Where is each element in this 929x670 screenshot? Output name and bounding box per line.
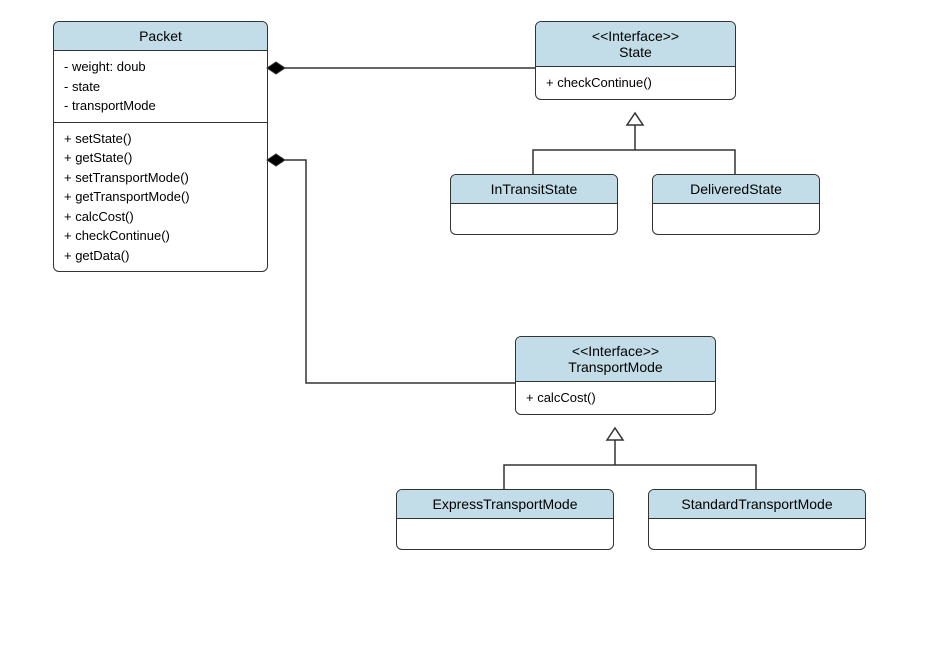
intransitstate-header: InTransitState <box>451 175 617 204</box>
state-methods: + checkContinue() <box>536 67 735 99</box>
transportmode-header: <<Interface>> TransportMode <box>516 337 715 382</box>
expresstransportmode-header: ExpressTransportMode <box>397 490 613 519</box>
empty-section <box>653 204 819 234</box>
empty-section <box>397 519 613 549</box>
standardtransportmode-header: StandardTransportMode <box>649 490 865 519</box>
standardtransportmode-class: StandardTransportMode <box>648 489 866 550</box>
attribute: - transportMode <box>64 96 257 116</box>
packet-class: Packet - weight: doub - state - transpor… <box>53 21 268 272</box>
method: + calcCost() <box>64 207 257 227</box>
packet-state-composition <box>267 62 535 74</box>
method: + getTransportMode() <box>64 187 257 207</box>
deliveredstate-class: DeliveredState <box>652 174 820 235</box>
transportmode-methods: + calcCost() <box>516 382 715 414</box>
deliveredstate-header: DeliveredState <box>653 175 819 204</box>
transportmode-generalization <box>504 428 756 489</box>
state-header: <<Interface>> State <box>536 22 735 67</box>
packet-methods: + setState() + getState() + setTransport… <box>54 123 267 272</box>
stereotype: <<Interface>> <box>546 28 725 44</box>
state-generalization <box>533 113 735 174</box>
state-interface: <<Interface>> State + checkContinue() <box>535 21 736 100</box>
class-name: StandardTransportMode <box>681 496 832 512</box>
method: + getData() <box>64 246 257 266</box>
empty-section <box>649 519 865 549</box>
method: + checkContinue() <box>64 226 257 246</box>
intransitstate-class: InTransitState <box>450 174 618 235</box>
method: + getState() <box>64 148 257 168</box>
method: + setTransportMode() <box>64 168 257 188</box>
attribute: - weight: doub <box>64 57 257 77</box>
transportmode-interface: <<Interface>> TransportMode + calcCost() <box>515 336 716 415</box>
stereotype: <<Interface>> <box>526 343 705 359</box>
packet-header: Packet <box>54 22 267 51</box>
class-name: TransportMode <box>526 359 705 375</box>
method: + calcCost() <box>526 388 705 408</box>
class-name: ExpressTransportMode <box>433 496 578 512</box>
class-name: Packet <box>139 28 182 44</box>
class-name: InTransitState <box>491 181 578 197</box>
attribute: - state <box>64 77 257 97</box>
method: + checkContinue() <box>546 73 725 93</box>
expresstransportmode-class: ExpressTransportMode <box>396 489 614 550</box>
empty-section <box>451 204 617 234</box>
packet-attributes: - weight: doub - state - transportMode <box>54 51 267 123</box>
class-name: DeliveredState <box>690 181 782 197</box>
class-name: State <box>546 44 725 60</box>
method: + setState() <box>64 129 257 149</box>
